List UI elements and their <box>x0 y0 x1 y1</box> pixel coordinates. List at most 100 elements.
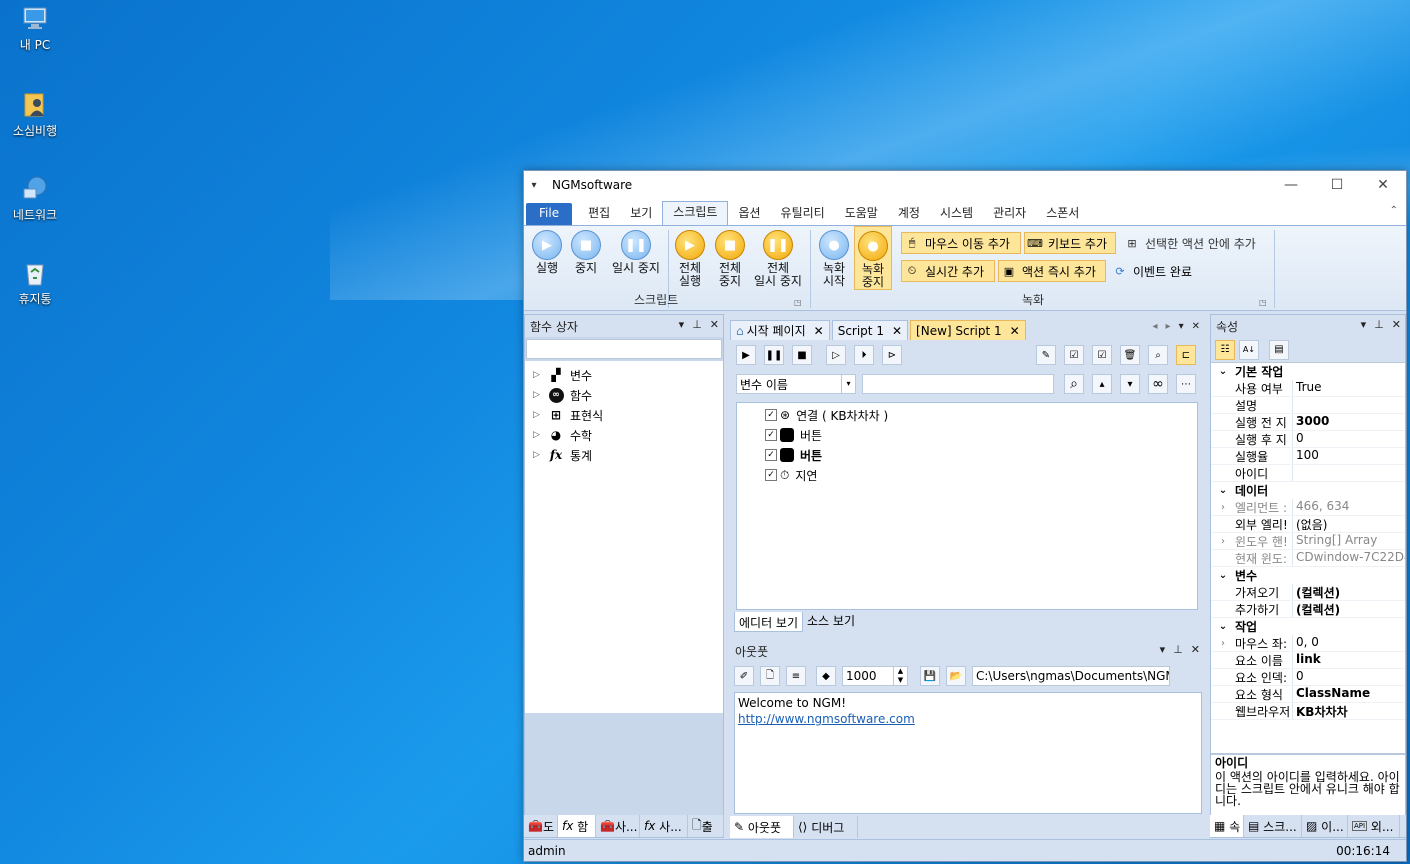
property-value[interactable]: link <box>1293 652 1405 668</box>
pin-icon[interactable]: ⊥ <box>1374 318 1384 331</box>
property-value[interactable]: (컬렉션) <box>1293 584 1405 600</box>
checkbox-checked-icon[interactable]: ✓ <box>765 429 777 441</box>
property-value[interactable]: KB차차차 <box>1293 703 1405 719</box>
expand-icon[interactable]: ▷ <box>533 410 547 420</box>
property-category[interactable]: ⌄ 데이터 <box>1211 482 1405 499</box>
add-keyboard-button[interactable]: ⌨ 키보드 추가 <box>1024 232 1116 254</box>
more-button[interactable]: ⋯ <box>1176 374 1196 394</box>
menu-account[interactable]: 계정 <box>888 203 930 225</box>
collapse-icon[interactable]: ⌄ <box>1211 366 1235 377</box>
stop-all-button[interactable]: ■ 전체 중지 <box>712 230 748 288</box>
action-row-button[interactable]: ✓ 버튼 <box>737 425 1197 445</box>
tab-scripts[interactable]: ▤ 스크... <box>1244 815 1302 837</box>
property-category[interactable]: ⌄ 기본 작업 <box>1211 363 1405 380</box>
search-button[interactable]: ⌕ <box>1064 374 1084 394</box>
menu-system[interactable]: 시스템 <box>930 203 983 225</box>
menu-file[interactable]: File <box>526 203 573 225</box>
expand-icon[interactable]: › <box>1211 499 1235 515</box>
action-row-delay[interactable]: ✓ ⏱ 지연 <box>737 465 1197 485</box>
tab-images[interactable]: ▨ 이... <box>1302 815 1348 837</box>
checkbox-checked-icon[interactable]: ✓ <box>765 449 777 461</box>
add-action-now-button[interactable]: ▣ 액션 즉시 추가 <box>998 260 1106 282</box>
property-row[interactable]: 외부 엘리! (없음) <box>1211 516 1405 533</box>
pin-icon[interactable]: ⊥ <box>1173 643 1183 656</box>
desktop-icon-user[interactable]: 소심비행 <box>4 90 66 139</box>
property-value[interactable]: 466, 634 <box>1293 499 1405 515</box>
tab-function[interactable]: fx 함 <box>558 815 596 837</box>
expand-icon[interactable]: ▷ <box>533 390 547 400</box>
desktop-icon-recycle-bin[interactable]: 휴지통 <box>4 258 66 307</box>
add-mouse-move-button[interactable]: 🖱 마우스 이동 추가 <box>901 232 1021 254</box>
uncheck-button[interactable]: ☑ <box>1092 345 1112 365</box>
menu-view[interactable]: 보기 <box>620 203 662 225</box>
collapse-icon[interactable]: ⌄ <box>1211 621 1235 632</box>
wrap-button[interactable]: ≡ <box>786 666 806 686</box>
expand-icon[interactable]: ▷ <box>533 370 547 380</box>
property-row[interactable]: 아이디 <box>1211 465 1405 482</box>
output-link[interactable]: http://www.ngmsoftware.com <box>738 711 1198 727</box>
action-row-connect[interactable]: ✓ ⊛ 연결 ( KB차차차 ) <box>737 405 1197 425</box>
dropdown-icon[interactable]: ▾ <box>679 318 685 331</box>
menu-sponsor[interactable]: 스폰서 <box>1036 203 1089 225</box>
add-realtime-button[interactable]: ⏲ 실시간 추가 <box>901 260 995 282</box>
property-value[interactable]: 100 <box>1293 448 1405 464</box>
find-button[interactable]: ⌕ <box>1148 345 1168 365</box>
menu-utility[interactable]: 유틸리티 <box>771 203 835 225</box>
property-row[interactable]: › 마우스 좌: 0, 0 <box>1211 635 1405 652</box>
run-button[interactable]: ▶ 실행 <box>530 230 564 275</box>
action-row-button-selected[interactable]: ✓ 버튼 <box>737 445 1197 465</box>
tab-toolbox[interactable]: 🧰 도 <box>524 815 558 837</box>
minimize-button[interactable]: — <box>1268 171 1314 199</box>
checkbox-checked-icon[interactable]: ✓ <box>765 469 777 481</box>
property-row[interactable]: 추가하기 (컬렉션) <box>1211 601 1405 618</box>
dropdown-icon[interactable]: ▾ <box>1179 321 1184 332</box>
step-button[interactable]: ▷ <box>826 345 846 365</box>
property-row[interactable]: 사용 여부 True <box>1211 380 1405 397</box>
dialog-launcher-icon[interactable]: ◳ <box>794 298 802 307</box>
open-folder-button[interactable]: 📂 <box>946 666 966 686</box>
line-count-stepper[interactable]: 1000 ▲ ▼ <box>842 666 908 686</box>
ribbon-collapse-icon[interactable]: ⌃ <box>1390 205 1398 216</box>
property-pages-button[interactable]: ▤ <box>1269 339 1289 360</box>
variable-search-input[interactable] <box>862 374 1054 394</box>
tree-item-statistics[interactable]: ▷ fx 통계 <box>525 445 723 465</box>
tab-user[interactable]: 🧰 사... <box>596 815 640 837</box>
maximize-button[interactable]: ☐ <box>1314 171 1360 199</box>
property-row[interactable]: 요소 형식 ClassName <box>1211 686 1405 703</box>
property-row[interactable]: 가져오기 (컬렉션) <box>1211 584 1405 601</box>
property-value[interactable]: 0, 0 <box>1293 635 1405 651</box>
close-icon[interactable]: ✕ <box>1010 324 1020 338</box>
pause-button[interactable]: ❚❚ 일시 중지 <box>608 230 664 275</box>
property-value[interactable]: 3000 <box>1293 414 1405 430</box>
dialog-launcher-icon[interactable]: ◳ <box>1259 298 1267 307</box>
tree-item-math[interactable]: ▷ ◕ 수학 <box>525 425 723 445</box>
run-selected-button[interactable]: ⏵ <box>854 345 874 365</box>
tab-start-page[interactable]: ⌂ 시작 페이지 ✕ <box>730 320 830 340</box>
clear-brush-button[interactable]: ✐ <box>734 666 754 686</box>
property-row[interactable]: 웹브라우저 KB차차차 <box>1211 703 1405 720</box>
log-path-field[interactable]: C:\Users\ngmas\Documents\NGM6\ <box>972 666 1170 686</box>
dropdown-icon[interactable]: ▾ <box>1361 318 1367 331</box>
tab-user-fx[interactable]: fx 사... <box>640 815 688 837</box>
property-category[interactable]: ⌄ 작업 <box>1211 618 1405 635</box>
property-row[interactable]: 실행율 100 <box>1211 448 1405 465</box>
prev-button[interactable]: ▴ <box>1092 374 1112 394</box>
property-row[interactable]: › 엘리먼트 :466, 634 <box>1211 499 1405 516</box>
property-value[interactable]: String[] Array <box>1293 533 1405 549</box>
close-icon[interactable]: ✕ <box>814 324 824 338</box>
close-icon[interactable]: ✕ <box>710 318 719 331</box>
tab-properties[interactable]: ▦ 속 <box>1210 815 1244 837</box>
pause-button[interactable]: ❚❚ <box>764 345 784 365</box>
property-row[interactable]: 실행 후 지0 <box>1211 431 1405 448</box>
record-stop-button[interactable]: ● 녹화 중지 <box>854 226 892 290</box>
property-row[interactable]: › 윈도우 핸! String[] Array <box>1211 533 1405 550</box>
delete-button[interactable]: 🗑 <box>1120 345 1140 365</box>
menu-script[interactable]: 스크립트 <box>662 201 729 225</box>
property-value[interactable]: ClassName <box>1293 686 1405 702</box>
checkbox-checked-icon[interactable]: ✓ <box>765 409 777 421</box>
menu-options[interactable]: 옵션 <box>728 203 770 225</box>
save-log-button[interactable]: 🗋 <box>760 666 780 686</box>
stop-button[interactable]: ■ <box>792 345 812 365</box>
tree-item-variable[interactable]: ▷ ▞ 변수 <box>525 365 723 385</box>
variable-select[interactable]: 변수 이름 ▾ <box>736 374 856 394</box>
